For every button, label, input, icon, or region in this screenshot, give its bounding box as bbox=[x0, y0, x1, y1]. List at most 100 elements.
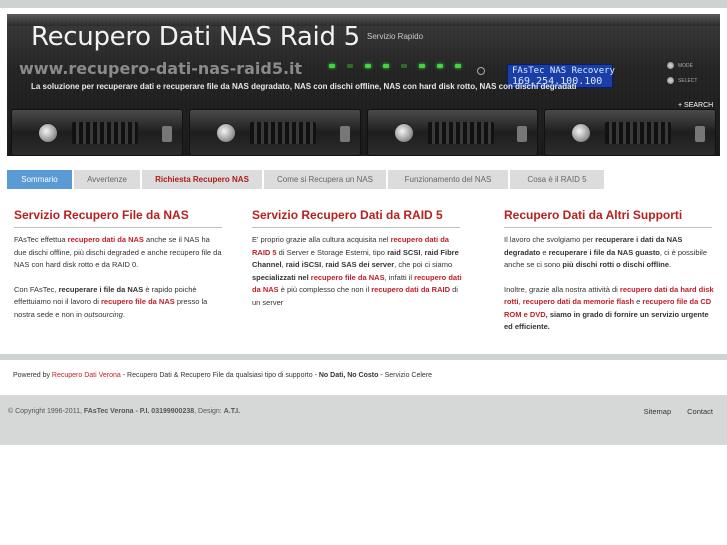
led-icon bbox=[437, 64, 443, 68]
text-run: - Servizio Celere bbox=[378, 372, 433, 379]
header-banner: Recupero Dati NAS Raid 5 Servizio Rapido… bbox=[7, 14, 720, 156]
column-paragraph: Con FAsTec, recuperare i file da NAS è r… bbox=[14, 284, 224, 322]
column-heading: Recupero Dati da Altri Supporti bbox=[504, 208, 683, 222]
top-strip bbox=[0, 0, 727, 8]
bay-latch bbox=[339, 126, 350, 142]
column-paragraph: FAsTec effettua recupero dati da NAS anc… bbox=[14, 234, 224, 272]
drive-bays bbox=[7, 109, 720, 156]
text-link[interactable]: recupero file da NAS bbox=[311, 273, 385, 282]
nav-item-come-si-recupera[interactable]: Come si Recupera un NAS bbox=[264, 170, 386, 189]
text-run: è più complesso che non il bbox=[278, 285, 372, 294]
text-run: , che poi ci siamo bbox=[394, 260, 453, 269]
powered-by: Powered by Recupero Dati Verona - Recupe… bbox=[13, 372, 432, 379]
text-link[interactable]: recupero dati da memorie flash bbox=[523, 297, 634, 306]
bold-text: A.T.I. bbox=[223, 408, 241, 415]
drive-bay bbox=[366, 109, 539, 156]
bay-latch bbox=[161, 126, 172, 142]
text-run: . bbox=[122, 309, 125, 319]
contact-link[interactable]: Contact bbox=[687, 407, 713, 416]
text-run: di Server e Storage Esterni, tipo bbox=[276, 247, 388, 257]
site-tagline: Servizio Rapido bbox=[367, 32, 424, 41]
led-icon bbox=[383, 64, 389, 68]
bold-text: raid SCSI bbox=[387, 247, 421, 257]
led-icon bbox=[419, 64, 425, 68]
footer-divider bbox=[0, 354, 727, 360]
text-run: , Design: bbox=[194, 408, 224, 415]
bay-vent bbox=[72, 122, 138, 144]
text-run: . bbox=[669, 260, 672, 269]
bay-lock-icon bbox=[215, 123, 236, 143]
select-hw-button: SELECT bbox=[667, 77, 697, 84]
bold-text: recuperare i file da NAS bbox=[58, 284, 144, 294]
column-heading: Servizio Recupero Dati da RAID 5 bbox=[252, 208, 443, 222]
search-link[interactable]: + SEARCH bbox=[678, 102, 713, 109]
sitemap-link[interactable]: Sitemap bbox=[644, 407, 672, 416]
column-altri-supporti: Recupero Dati da Altri Supporti Il lavor… bbox=[504, 208, 714, 346]
bay-vent bbox=[249, 122, 316, 144]
bold-text: recuperare i file da NAS guasto bbox=[548, 247, 660, 257]
bay-latch bbox=[695, 126, 705, 142]
text-run: E' proprio grazie alla cultura acquisita… bbox=[252, 235, 391, 244]
bold-text: FAsTec Verona - P.I. 03199900238 bbox=[83, 408, 195, 415]
bold-text: specializzati nel bbox=[252, 272, 309, 282]
button-dot-icon bbox=[667, 77, 674, 84]
led-icon bbox=[401, 64, 407, 68]
led-icon bbox=[365, 64, 371, 68]
bold-text: raid SAS dei server bbox=[325, 260, 395, 269]
bay-lock-icon bbox=[393, 123, 414, 143]
site-title[interactable]: Recupero Dati NAS Raid 5 bbox=[31, 22, 360, 52]
banner-description: La soluzione per recuperare dati e recup… bbox=[31, 82, 577, 91]
bold-text: raid iSCSI bbox=[285, 260, 322, 269]
text-run: - Recupero Dati & Recupero File da quals… bbox=[120, 372, 319, 379]
column-paragraph: E' proprio grazie alla cultura acquisita… bbox=[252, 234, 462, 309]
text-run: Con FAsTec, bbox=[14, 284, 59, 294]
bay-lock-icon bbox=[571, 123, 592, 143]
nav-item-sommario[interactable]: Sommario bbox=[7, 170, 72, 189]
nav-item-funzionamento-nas[interactable]: Funzionamento del NAS bbox=[388, 170, 508, 189]
text-run: FAsTec effettua bbox=[14, 235, 68, 244]
bay-latch bbox=[517, 126, 528, 142]
select-label: SELECT bbox=[678, 77, 698, 84]
text-link[interactable]: recupero dati da NAS bbox=[68, 235, 144, 244]
lcd-line-1: FAsTec NAS Recovery bbox=[512, 66, 615, 76]
button-dot-icon bbox=[667, 62, 674, 69]
heading-divider bbox=[14, 227, 222, 228]
column-heading: Servizio Recupero File da NAS bbox=[14, 208, 189, 222]
text-run: Inoltre, grazie alla nostra attività di bbox=[504, 284, 620, 294]
column-paragraph: Il lavoro che svolgiamo per recuperare i… bbox=[504, 234, 714, 272]
column-recupero-raid5: Servizio Recupero Dati da RAID 5 E' prop… bbox=[252, 208, 462, 321]
italic-text: outsourcing bbox=[84, 309, 123, 319]
led-icon bbox=[347, 64, 353, 68]
column-recupero-file-nas: Servizio Recupero File da NAS FAsTec eff… bbox=[14, 208, 224, 333]
bay-lock-icon bbox=[38, 123, 58, 143]
text-run: , infatti il bbox=[384, 272, 415, 282]
drive-bay bbox=[544, 109, 716, 156]
copyright: © Copyright 1996-2011, FAsTec Verona - P… bbox=[8, 408, 240, 415]
bay-vent bbox=[605, 122, 672, 144]
text-link[interactable]: recupero file da NAS bbox=[101, 297, 175, 306]
nav-item-richiesta-recupero-nas[interactable]: Richiesta Recupero NAS bbox=[142, 170, 262, 189]
heading-divider bbox=[252, 227, 460, 228]
bold-text: più dischi rotti o dischi offline bbox=[562, 260, 670, 269]
footer: © Copyright 1996-2011, FAsTec Verona - P… bbox=[0, 395, 727, 445]
footer-links: Sitemap Contact bbox=[644, 407, 713, 416]
drive-bay bbox=[188, 109, 361, 156]
mode-hw-button: MODE bbox=[667, 62, 697, 69]
bay-vent bbox=[427, 122, 494, 144]
heading-divider bbox=[504, 227, 712, 228]
text-run: e bbox=[540, 247, 549, 257]
drive-bay bbox=[11, 109, 183, 156]
nav-item-cosa-e-raid5[interactable]: Cosa è il RAID 5 bbox=[510, 170, 604, 189]
status-leds bbox=[329, 64, 461, 68]
site-url: www.recupero-dati-nas-raid5.it bbox=[19, 59, 303, 78]
text-link[interactable]: recupero dati da RAID bbox=[371, 285, 450, 294]
bold-text: No Dati, No Costo bbox=[318, 372, 379, 379]
text-run: © Copyright 1996-2011, bbox=[8, 408, 84, 415]
led-icon bbox=[455, 64, 461, 68]
text-run: Il lavoro che svolgiamo per bbox=[504, 235, 596, 244]
column-paragraph: Inoltre, grazie alla nostra attività di … bbox=[504, 284, 714, 334]
power-icon bbox=[477, 67, 485, 75]
text-link[interactable]: Recupero Dati Verona bbox=[52, 372, 121, 379]
mode-label: MODE bbox=[678, 62, 693, 69]
nav-item-avvertenze[interactable]: Avvertenze bbox=[74, 170, 140, 189]
